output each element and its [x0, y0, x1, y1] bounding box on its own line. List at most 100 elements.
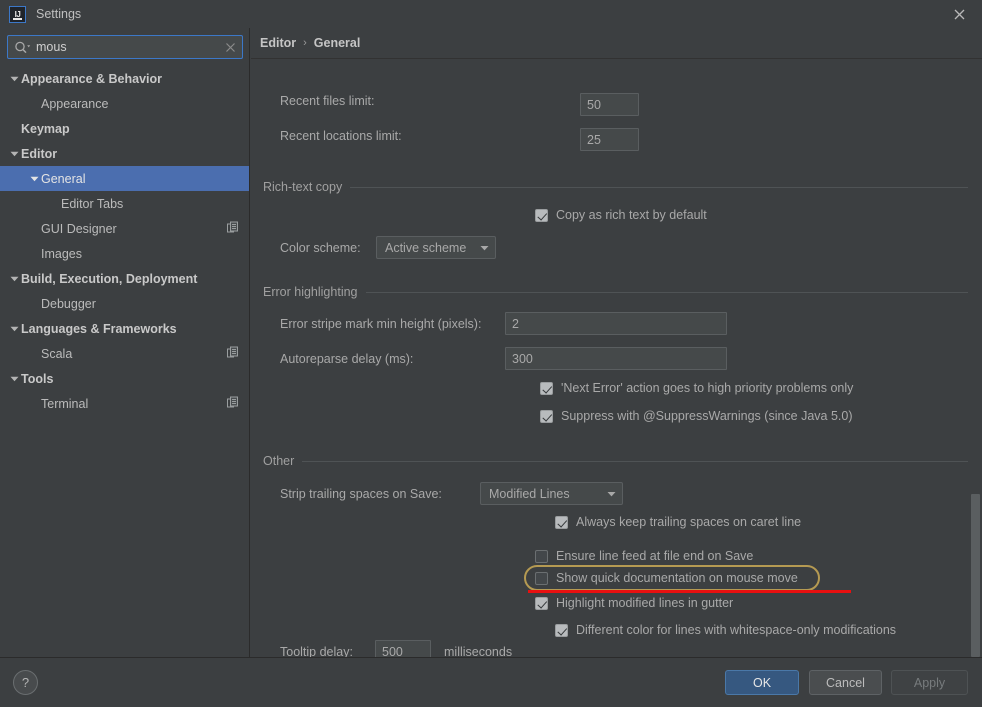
chevron-down-icon[interactable]: [8, 151, 21, 157]
sidebar-item-build-execution-deployment[interactable]: Build, Execution, Deployment: [0, 266, 249, 291]
checkbox-indicator[interactable]: [540, 409, 553, 423]
show-quick-documentation-on-mouse-move-checkbox[interactable]: Show quick documentation on mouse move: [535, 571, 798, 585]
error-stripe-label: Error stripe mark min height (pixels):: [280, 317, 482, 331]
dialog-footer: ? OK Cancel Apply: [0, 657, 982, 707]
color-scheme-dropdown[interactable]: Active scheme: [376, 236, 496, 259]
tooltip-delay-units-row: milliseconds: [444, 645, 512, 657]
highlight-modified-lines-checkbox[interactable]: Highlight modified lines in gutter: [535, 596, 733, 610]
tooltip-delay-units: milliseconds: [444, 645, 513, 657]
clear-icon[interactable]: [218, 42, 242, 53]
tooltip-delay-input[interactable]: [375, 640, 431, 657]
checkbox-indicator[interactable]: [555, 515, 568, 529]
ensure-line-feed-checkbox[interactable]: Ensure line feed at file end on Save: [535, 549, 753, 563]
checkbox-indicator[interactable]: [535, 571, 548, 585]
copy-as-rich-text-checkbox[interactable]: Copy as rich text by default: [535, 208, 707, 222]
highlight-modified-lines-label: Highlight modified lines in gutter: [556, 596, 734, 610]
sidebar-item-appearance[interactable]: Appearance: [0, 91, 249, 116]
strip-trailing-dropdown[interactable]: Modified Lines: [480, 482, 623, 505]
project-settings-icon: [227, 221, 239, 236]
checkbox-indicator[interactable]: [540, 381, 553, 395]
different-color-whitespace-checkbox[interactable]: Different color for lines with whitespac…: [555, 623, 896, 637]
color-scheme-value: Active scheme: [385, 240, 467, 255]
checkbox-indicator[interactable]: [535, 208, 548, 222]
checkbox-indicator[interactable]: [535, 549, 548, 563]
other-section-title: Other: [263, 454, 295, 468]
search-icon[interactable]: [8, 41, 34, 54]
always-keep-trailing-spaces-label: Always keep trailing spaces on caret lin…: [576, 515, 802, 529]
search-input[interactable]: [34, 40, 218, 54]
settings-sidebar: Appearance & Behavior Appearance Keymap Edi…: [0, 28, 250, 657]
checkbox-indicator[interactable]: [535, 596, 548, 610]
strip-trailing-row: Strip trailing spaces on Save:: [280, 487, 442, 501]
recent-locations-limit-input[interactable]: [580, 128, 639, 151]
breadcrumb-parent[interactable]: Editor: [260, 36, 296, 50]
error-highlighting-section-title: Error highlighting: [263, 285, 358, 299]
sidebar-item-label: General: [41, 171, 86, 186]
chevron-down-icon[interactable]: [8, 376, 21, 382]
autoreparse-label: Autoreparse delay (ms):: [280, 352, 414, 366]
cancel-button[interactable]: Cancel: [809, 670, 882, 695]
recent-locations-limit-label: Recent locations limit:: [280, 129, 402, 143]
recent-locations-limit-row: Recent locations limit:: [280, 129, 402, 143]
autoreparse-input[interactable]: [505, 347, 727, 370]
rich-text-copy-section-header: Rich-text copy: [263, 180, 982, 194]
breadcrumb-separator-icon: ›: [303, 37, 307, 49]
close-icon[interactable]: [936, 0, 982, 28]
sidebar-item-label: Build, Execution, Deployment: [21, 271, 198, 286]
sidebar-item-images[interactable]: Images: [0, 241, 249, 266]
annotation-underline: [528, 590, 851, 593]
suppress-warnings-checkbox[interactable]: Suppress with @SuppressWarnings (since J…: [540, 409, 853, 423]
sidebar-item-keymap[interactable]: Keymap: [0, 116, 249, 141]
checkbox-indicator[interactable]: [555, 623, 568, 637]
recent-files-limit-label: Recent files limit:: [280, 94, 375, 108]
always-keep-trailing-spaces-checkbox[interactable]: Always keep trailing spaces on caret lin…: [555, 515, 801, 529]
sidebar-item-label: Languages & Frameworks: [21, 321, 177, 336]
window-title: Settings: [36, 7, 82, 21]
show-quick-documentation-label: Show quick documentation on mouse move: [556, 571, 798, 585]
suppress-warnings-label: Suppress with @SuppressWarnings (since J…: [561, 409, 853, 423]
color-scheme-label: Color scheme:: [280, 241, 361, 255]
sidebar-item-editor-tabs[interactable]: Editor Tabs: [0, 191, 249, 216]
breadcrumb-current: General: [313, 36, 361, 50]
project-settings-icon: [227, 346, 239, 361]
sidebar-item-terminal[interactable]: Terminal: [0, 391, 249, 416]
sidebar-item-scala[interactable]: Scala: [0, 341, 249, 366]
ok-button[interactable]: OK: [725, 670, 799, 695]
sidebar-item-label: Images: [41, 246, 82, 261]
general-settings-form: Recent files limit: Recent locations lim…: [251, 59, 982, 657]
settings-dialog: IJ Settings Appearance: [0, 0, 982, 707]
content-scrollbar-track[interactable]: [968, 90, 982, 657]
sidebar-item-label: GUI Designer: [41, 221, 117, 236]
apply-button[interactable]: Apply: [891, 670, 968, 695]
search-box[interactable]: [7, 35, 243, 59]
next-error-checkbox[interactable]: 'Next Error' action goes to high priorit…: [540, 381, 853, 395]
sidebar-item-languages-frameworks[interactable]: Languages & Frameworks: [0, 316, 249, 341]
title-bar: IJ Settings: [0, 0, 982, 28]
chevron-down-icon[interactable]: [8, 276, 21, 282]
breadcrumb: Editor › General: [251, 28, 982, 59]
sidebar-item-label: Tools: [21, 371, 54, 386]
chevron-down-icon[interactable]: [28, 176, 41, 182]
tooltip-delay-row: Tooltip delay:: [280, 645, 353, 657]
sidebar-item-appearance-behavior[interactable]: Appearance & Behavior: [0, 66, 249, 91]
intellij-idea-logo-icon: IJ: [9, 5, 26, 23]
content-scrollbar-thumb[interactable]: [971, 494, 980, 657]
error-stripe-row: Error stripe mark min height (pixels):: [280, 317, 481, 331]
sidebar-item-debugger[interactable]: Debugger: [0, 291, 249, 316]
sidebar-item-editor[interactable]: Editor: [0, 141, 249, 166]
recent-files-limit-input[interactable]: [580, 93, 639, 116]
settings-content-panel: Editor › General Recent files limit: Rec…: [251, 28, 982, 657]
sidebar-item-gui-designer[interactable]: GUI Designer: [0, 216, 249, 241]
sidebar-item-label: Editor Tabs: [61, 196, 124, 211]
chevron-down-icon[interactable]: [8, 326, 21, 332]
color-scheme-row: Color scheme:: [280, 241, 361, 255]
tooltip-delay-label: Tooltip delay:: [280, 645, 353, 657]
copy-as-rich-text-label: Copy as rich text by default: [556, 208, 707, 222]
sidebar-item-general[interactable]: General: [0, 166, 249, 191]
next-error-label: 'Next Error' action goes to high priorit…: [561, 381, 854, 395]
sidebar-item-tools[interactable]: Tools: [0, 366, 249, 391]
error-stripe-input[interactable]: [505, 312, 727, 335]
chevron-down-icon[interactable]: [8, 76, 21, 82]
help-icon[interactable]: ?: [13, 670, 38, 695]
project-settings-icon: [227, 396, 239, 411]
